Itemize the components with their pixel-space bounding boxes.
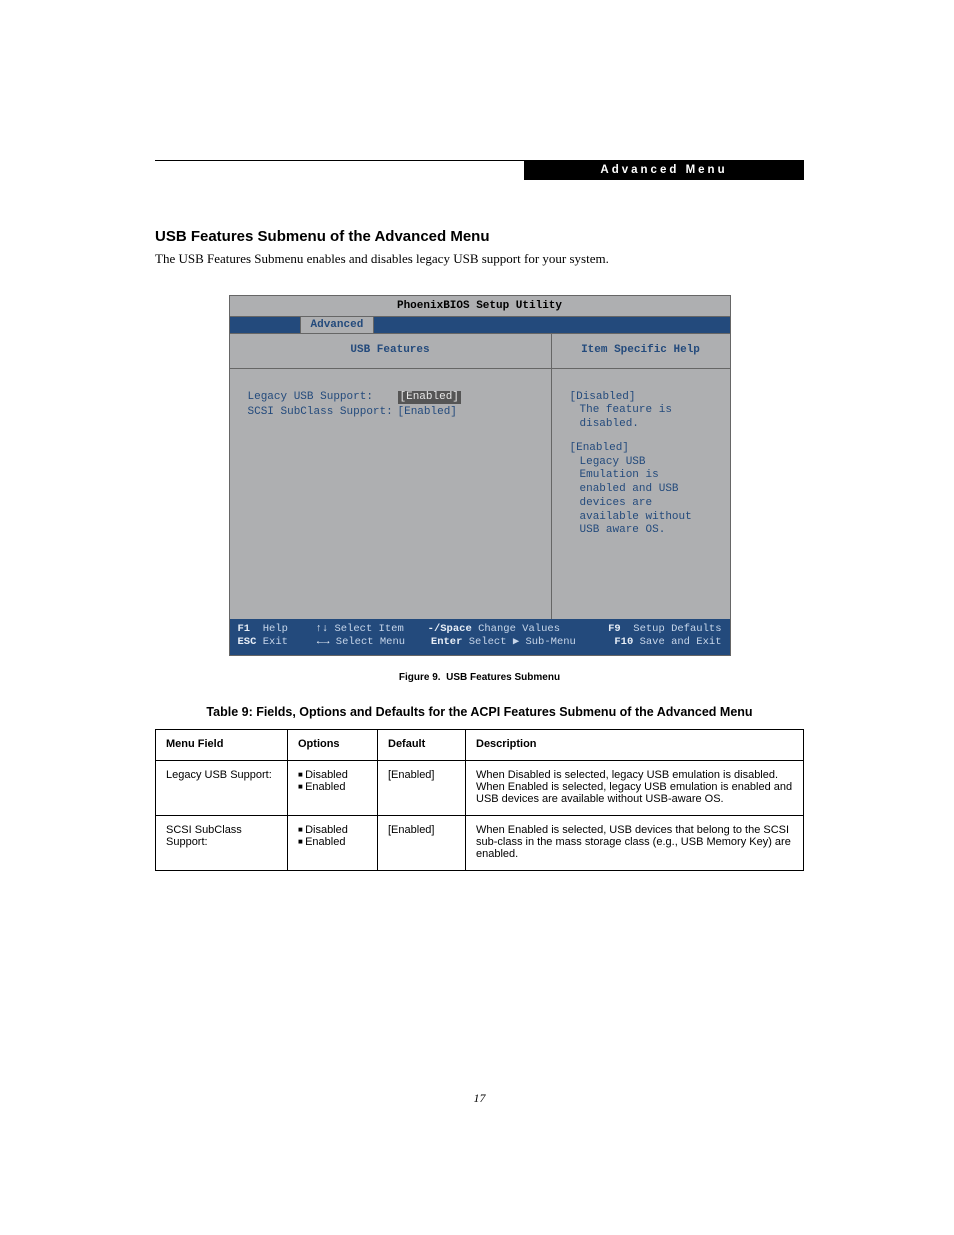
fields-table: Menu Field Options Default Description L… [155,729,804,871]
setting-legacy-usb[interactable]: Legacy USB Support: [Enabled] [248,391,533,405]
help-disabled-text: The feature is disabled. [570,404,712,432]
bios-footer: F1 Help ↑↓ Select Item -/Space Change Va… [230,619,730,655]
table-row: SCSI SubClass Support: Disabled Enabled … [156,815,804,870]
cell-default: [Enabled] [378,815,466,870]
table-row: Legacy USB Support: Disabled Enabled [En… [156,760,804,815]
bios-tabs: Advanced [230,317,730,334]
bios-utility: PhoenixBIOS Setup Utility Advanced USB F… [229,295,731,656]
list-item: Enabled [298,781,367,793]
cell-default: [Enabled] [378,760,466,815]
setting-label: Legacy USB Support: [248,391,398,405]
cell-menu: SCSI SubClass Support: [156,815,288,870]
help-disabled-label: [Disabled] [570,391,636,403]
bios-left-heading: USB Features [230,334,551,369]
figure-label: Figure 9. [399,672,441,683]
th-default: Default [378,729,466,760]
key-enter: Enter [431,636,463,648]
key-leftright: ←→ [317,636,330,648]
key-minus-space: -/Space [428,623,472,635]
action-select-item: Select Item [334,623,403,635]
key-f1: F1 [238,623,251,635]
action-setup-defaults: Setup Defaults [633,623,721,635]
action-save-exit: Save and Exit [640,636,722,648]
th-options: Options [288,729,378,760]
bios-right-heading: Item Specific Help [552,334,730,369]
figure-text: USB Features Submenu [446,672,560,683]
action-select-sub: Select ▶ Sub-Menu [469,636,576,648]
table-title: Table 9: Fields, Options and Defaults fo… [155,705,804,719]
help-text: [Disabled] The feature is disabled. [Ena… [552,369,730,619]
th-description: Description [466,729,804,760]
key-esc: ESC [238,636,257,648]
figure-caption: Figure 9. USB Features Submenu [155,672,804,683]
setting-value[interactable]: [Enabled] [398,406,457,420]
page-number: 17 [155,1091,804,1106]
action-help: Help [263,623,288,635]
section-intro: The USB Features Submenu enables and dis… [155,251,804,267]
setting-label: SCSI SubClass Support: [248,406,398,420]
list-item: Disabled [298,824,367,836]
cell-menu: Legacy USB Support: [156,760,288,815]
action-exit: Exit [263,636,288,648]
list-item: Enabled [298,836,367,848]
key-f9: F9 [608,623,621,635]
list-item: Disabled [298,769,367,781]
cell-description: When Disabled is selected, legacy USB em… [466,760,804,815]
key-f10: F10 [614,636,633,648]
setting-value[interactable]: [Enabled] [398,391,461,405]
setting-scsi-subclass[interactable]: SCSI SubClass Support: [Enabled] [248,406,533,420]
tab-advanced[interactable]: Advanced [300,317,375,333]
cell-description: When Enabled is selected, USB devices th… [466,815,804,870]
th-menu-field: Menu Field [156,729,288,760]
action-select-menu: Select Menu [336,636,405,648]
key-updown: ↑↓ [316,623,329,635]
action-change-values: Change Values [478,623,560,635]
cell-options: Disabled Enabled [288,760,378,815]
help-enabled-label: [Enabled] [570,442,629,454]
cell-options: Disabled Enabled [288,815,378,870]
bios-title: PhoenixBIOS Setup Utility [230,296,730,317]
help-enabled-text: Legacy USB Emulation is enabled and USB … [570,456,712,539]
section-title: USB Features Submenu of the Advanced Men… [155,228,804,245]
header-banner: Advanced Menu [524,160,804,180]
